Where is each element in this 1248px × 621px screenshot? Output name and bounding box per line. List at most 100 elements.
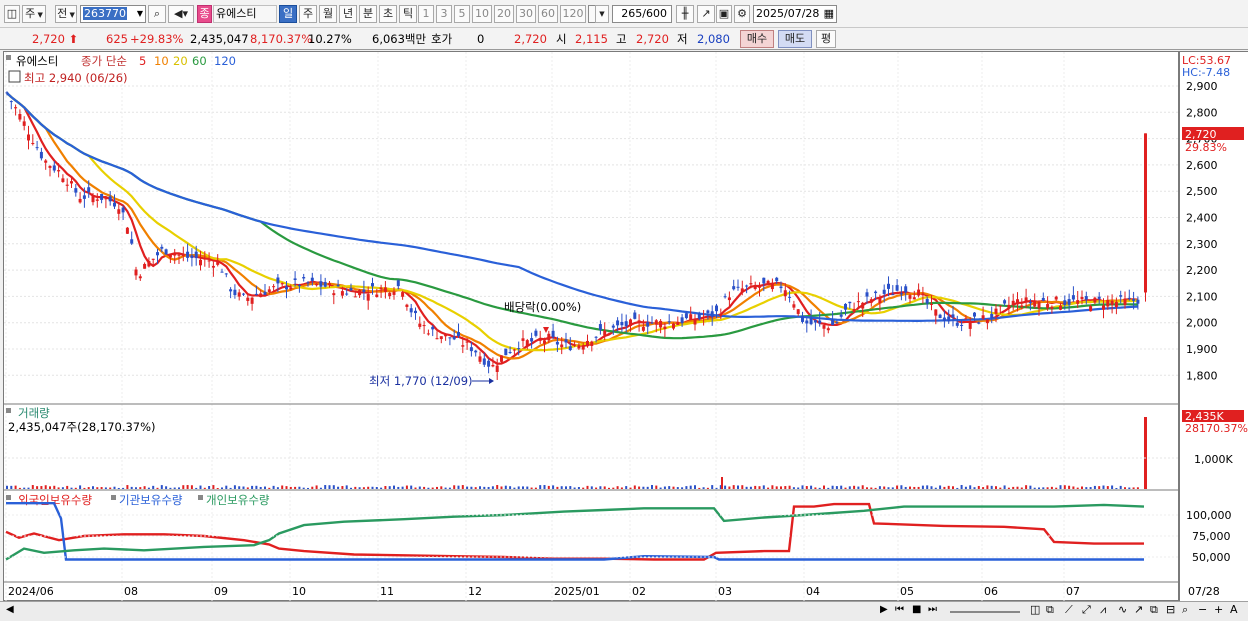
- zoom-icon[interactable]: ⌕: [1182, 603, 1188, 617]
- legend-ma-10: 10: [154, 54, 169, 68]
- candle-body: [779, 286, 783, 289]
- period-type-select[interactable]: 주 ▼: [22, 5, 46, 23]
- candle-body: [521, 338, 525, 341]
- change-value: 625: [106, 32, 128, 46]
- volume-bar: [147, 487, 150, 489]
- layout-icon[interactable]: ◫: [1030, 603, 1040, 616]
- candle-body: [1041, 297, 1045, 301]
- chart-window-icon[interactable]: ◫: [4, 5, 20, 23]
- holdings-lines: [4, 502, 1180, 561]
- candle-type-icon[interactable]: ╫: [676, 5, 694, 23]
- chart-canvas[interactable]: 유에스티 종가 단순 5 10 20 60 120 최고 2,940 (06/2…: [4, 52, 1180, 602]
- copy-icon[interactable]: ⧉: [1150, 603, 1158, 617]
- candle-body: [207, 260, 211, 262]
- turnover-rate: 10.27%: [308, 32, 352, 46]
- volume-bar: [324, 485, 327, 489]
- candle-body: [882, 289, 886, 294]
- candle-body: [319, 281, 323, 287]
- low-label: 저: [677, 32, 688, 46]
- period-button-year[interactable]: 년: [339, 5, 357, 23]
- candle-body: [297, 285, 301, 287]
- price-axis-label: 2,300: [1186, 238, 1218, 251]
- interval-button-120[interactable]: 120: [560, 5, 586, 23]
- candle-body: [1037, 301, 1041, 309]
- period-button-month[interactable]: 월: [319, 5, 337, 23]
- code-input[interactable]: 263770 ▼: [80, 5, 146, 23]
- period-button-minute[interactable]: 분: [359, 5, 377, 23]
- line-tool-icon[interactable]: ⤢: [1082, 603, 1091, 617]
- volume-bar: [805, 486, 808, 489]
- save-icon[interactable]: ▣: [716, 5, 732, 23]
- sell-button[interactable]: 매도: [778, 30, 812, 48]
- candle-body: [457, 332, 460, 336]
- interval-dropdown-icon[interactable]: ▼: [595, 5, 609, 23]
- volume-bar: [530, 487, 533, 489]
- code-dropdown-icon[interactable]: ▼: [137, 6, 143, 22]
- zoom-slider[interactable]: [950, 611, 1020, 613]
- rewind-icon[interactable]: ⏮: [895, 604, 904, 615]
- volume-bar: [810, 485, 813, 489]
- interval-button-30[interactable]: 30: [516, 5, 536, 23]
- interval-button-20[interactable]: 20: [494, 5, 514, 23]
- date-input[interactable]: 2025/07/28 ▦: [753, 5, 837, 23]
- volume-bar: [947, 485, 950, 489]
- speaker-icon[interactable]: ◀▾: [168, 5, 194, 23]
- candle-body: [474, 350, 478, 353]
- trend-icon[interactable]: ↗: [1134, 603, 1143, 616]
- indicator-icon[interactable]: ↗: [697, 5, 715, 23]
- font-size-icon[interactable]: A: [1230, 603, 1238, 616]
- holdings-marker: [6, 495, 11, 500]
- stop-icon[interactable]: ■: [912, 604, 921, 615]
- scroll-left-icon[interactable]: ◀: [6, 604, 14, 615]
- zoom-in-icon[interactable]: +: [1214, 603, 1223, 616]
- window-icon[interactable]: ⧉: [1046, 603, 1054, 617]
- period-button-week[interactable]: 주: [299, 5, 317, 23]
- calendar-icon[interactable]: ▦: [824, 6, 834, 22]
- candle-body: [461, 345, 465, 347]
- legend-ma-60: 60: [192, 54, 207, 68]
- candle-body: [620, 321, 624, 326]
- volume-bar: [612, 487, 615, 489]
- volume-bar: [921, 485, 924, 489]
- candle-body: [611, 325, 615, 328]
- ruler-icon[interactable]: ⊟: [1166, 603, 1175, 616]
- wave-icon[interactable]: ∿: [1118, 603, 1127, 616]
- volume-bar: [311, 486, 314, 489]
- candle-body: [371, 283, 374, 287]
- eval-button[interactable]: 평: [816, 30, 836, 48]
- drawing-icon[interactable]: ⟋: [1065, 603, 1073, 617]
- volume-bar: [728, 486, 731, 489]
- candle-body: [52, 165, 56, 171]
- candle-body: [272, 286, 276, 288]
- interval-button-60[interactable]: 60: [538, 5, 558, 23]
- holdings-axis-75k: 75,000: [1192, 530, 1231, 543]
- volume-bar: [285, 486, 288, 489]
- period-button-second[interactable]: 초: [379, 5, 397, 23]
- gear-icon[interactable]: ⚙: [734, 5, 750, 23]
- scroll-bar[interactable]: ◀ ▶ ⏮ ■ ⏭ ◫ ⧉ ⟋ ⤢ ⩘ ∿ ↗ ⧉ ⊟ ⌕ − + A: [0, 601, 1248, 621]
- interval-button-1[interactable]: 1: [418, 5, 434, 23]
- low-price: 2,080: [697, 32, 730, 46]
- volume-bar: [608, 487, 610, 489]
- chart-area[interactable]: 유에스티 종가 단순 5 10 20 60 120 최고 2,940 (06/2…: [3, 51, 1180, 602]
- candle-body: [624, 321, 628, 327]
- interval-button-5[interactable]: 5: [454, 5, 470, 23]
- search-icon[interactable]: ⌕: [148, 5, 166, 23]
- count-input[interactable]: 265/600: [612, 5, 672, 23]
- interval-button-3[interactable]: 3: [436, 5, 452, 23]
- forward-icon[interactable]: ⏭: [928, 604, 937, 615]
- pattern-icon[interactable]: ⩘: [1100, 603, 1106, 617]
- period-button-tick[interactable]: 틱: [399, 5, 417, 23]
- zoom-out-icon[interactable]: −: [1198, 603, 1207, 616]
- scroll-right-icon[interactable]: ▶: [880, 604, 888, 615]
- volume-bar: [6, 485, 8, 489]
- candle-body: [809, 317, 813, 325]
- mode-select[interactable]: 전 ▼: [55, 5, 77, 23]
- volume-bar: [1098, 486, 1101, 489]
- volume-marker: [6, 408, 11, 413]
- period-button-day[interactable]: 일: [279, 5, 297, 23]
- interval-button-10[interactable]: 10: [472, 5, 492, 23]
- volume-bar: [27, 487, 30, 489]
- buy-button[interactable]: 매수: [740, 30, 774, 48]
- volume-bar: [565, 486, 567, 489]
